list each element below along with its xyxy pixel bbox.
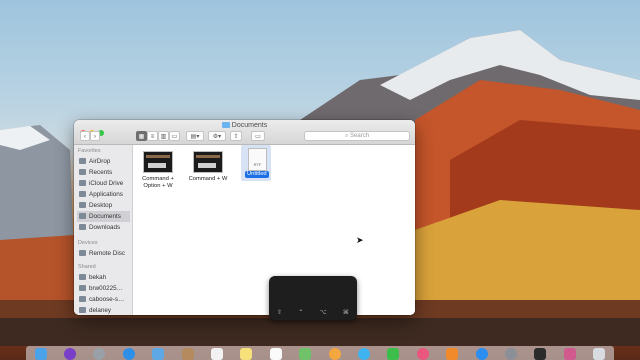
- sidebar-item-documents[interactable]: Documents: [77, 211, 130, 222]
- preferences-icon[interactable]: [504, 348, 517, 360]
- computer-icon: [79, 274, 86, 280]
- sidebar-item-shared[interactable]: delaney: [77, 305, 130, 315]
- title-bar[interactable]: Documents ‹ › ▦ ≡ ▥ ▭ ▤▾ ⚙▾ ⇧ ▭ ⌕ Search: [74, 120, 415, 145]
- sidebar-item-shared[interactable]: caboose-s…: [77, 294, 130, 305]
- finder-icon[interactable]: [34, 348, 47, 360]
- screenshot-thumbnail: [143, 151, 173, 173]
- maps-icon[interactable]: [299, 348, 312, 360]
- back-button[interactable]: ‹: [80, 131, 90, 141]
- quicktime-icon[interactable]: [534, 348, 547, 360]
- contacts-icon[interactable]: [181, 348, 194, 360]
- list-view-button[interactable]: ≡: [147, 131, 158, 141]
- disc-icon: [79, 250, 86, 256]
- sidebar-item-shared[interactable]: brw00225…: [77, 283, 130, 294]
- command-key-icon: ⌘: [342, 310, 349, 316]
- sidebar-item-desktop[interactable]: Desktop: [77, 200, 130, 211]
- shift-key-icon: ⇧: [277, 310, 283, 316]
- sidebar-item-downloads[interactable]: Downloads: [77, 222, 130, 233]
- forward-button[interactable]: ›: [90, 131, 100, 141]
- sidebar-item-applications[interactable]: Applications: [77, 189, 130, 200]
- document-icon: [79, 213, 86, 219]
- gallery-view-button[interactable]: ▭: [169, 131, 180, 141]
- dock: [26, 346, 614, 360]
- reminders-icon[interactable]: [269, 348, 282, 360]
- messages-icon[interactable]: [357, 348, 370, 360]
- screenshot-thumbnail: [193, 151, 223, 173]
- airdrop-icon: [79, 158, 86, 164]
- modifier-keys: ⇧ ⌃ ⌥ ⌘: [269, 309, 357, 318]
- facetime-icon[interactable]: [387, 348, 400, 360]
- applications-icon: [79, 191, 86, 197]
- sidebar: Favorites AirDrop Recents iCloud Drive A…: [74, 145, 133, 315]
- sidebar-item-remote-disc[interactable]: Remote Disc: [77, 248, 130, 259]
- clock-icon: [79, 169, 86, 175]
- share-button[interactable]: ⇧: [230, 131, 242, 141]
- action-button[interactable]: ⚙▾: [208, 131, 226, 141]
- iphoto-icon[interactable]: [563, 348, 576, 360]
- cloud-icon: [79, 180, 86, 186]
- notes-icon[interactable]: [240, 348, 253, 360]
- sidebar-header-favorites: Favorites: [78, 148, 101, 154]
- trash-icon[interactable]: [593, 348, 606, 360]
- search-icon: ⌕: [344, 133, 349, 139]
- safari-icon[interactable]: [122, 348, 135, 360]
- siri-icon[interactable]: [64, 348, 77, 360]
- window-title: Documents: [74, 122, 415, 129]
- appstore-icon[interactable]: [475, 348, 488, 360]
- itunes-icon[interactable]: [416, 348, 429, 360]
- ibooks-icon[interactable]: [446, 348, 459, 360]
- finder-window[interactable]: Documents ‹ › ▦ ≡ ▥ ▭ ▤▾ ⚙▾ ⇧ ▭ ⌕ Search…: [74, 120, 415, 315]
- download-icon: [79, 224, 86, 230]
- sidebar-item-airdrop[interactable]: AirDrop: [77, 156, 130, 167]
- computer-icon: [79, 296, 86, 302]
- mail-icon[interactable]: [152, 348, 165, 360]
- tags-button[interactable]: ▭: [251, 131, 265, 141]
- keystroke-overlay: ⇧ ⌃ ⌥ ⌘: [269, 276, 357, 320]
- photos-icon[interactable]: [328, 348, 341, 360]
- computer-icon: [79, 307, 86, 313]
- control-key-icon: ⌃: [298, 310, 304, 316]
- computer-icon: [79, 285, 86, 291]
- column-view-button[interactable]: ▥: [158, 131, 169, 141]
- sidebar-header-shared: Shared: [78, 264, 96, 270]
- toolbar: ‹ › ▦ ≡ ▥ ▭ ▤▾ ⚙▾ ⇧ ▭ ⌕ Search: [74, 130, 415, 144]
- mouse-cursor-icon: ➤: [356, 235, 364, 245]
- folder-icon: [221, 122, 230, 128]
- file-name-label[interactable]: Untitled: [245, 171, 269, 178]
- icon-view-button[interactable]: ▦: [136, 131, 147, 141]
- sidebar-item-recents[interactable]: Recents: [77, 167, 130, 178]
- sidebar-header-devices: Devices: [78, 240, 98, 246]
- desktop-icon: [79, 202, 86, 208]
- launchpad-icon[interactable]: [93, 348, 106, 360]
- rtf-document-icon: RTF: [248, 148, 267, 171]
- file-item[interactable]: Command + Option + W: [136, 151, 180, 190]
- search-input[interactable]: ⌕ Search: [304, 131, 410, 141]
- sidebar-item-shared[interactable]: bekah: [77, 272, 130, 283]
- calendar-icon[interactable]: [211, 348, 224, 360]
- file-item[interactable]: Command + W: [186, 151, 230, 183]
- sidebar-item-icloud-drive[interactable]: iCloud Drive: [77, 178, 130, 189]
- option-key-icon: ⌥: [319, 310, 327, 316]
- group-button[interactable]: ▤▾: [186, 131, 204, 141]
